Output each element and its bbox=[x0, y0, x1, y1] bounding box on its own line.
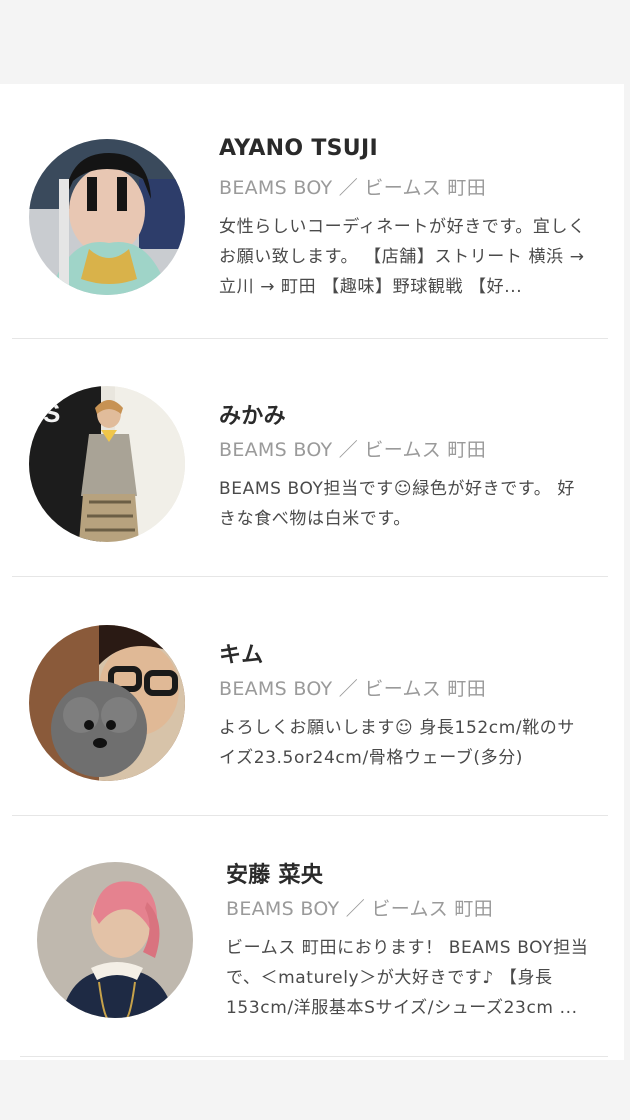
staff-card[interactable]: AYANO TSUJI BEAMS BOY ／ ビームス 町田 女性らしいコーデ… bbox=[0, 114, 624, 352]
divider bbox=[12, 576, 608, 577]
staff-shop: BEAMS BOY ／ ビームス 町田 bbox=[226, 898, 494, 920]
staff-card[interactable]: 安藤 菜央 BEAMS BOY ／ ビームス 町田 ビームス 町田におります！ … bbox=[0, 831, 624, 1069]
staff-list: AYANO TSUJI BEAMS BOY ／ ビームス 町田 女性らしいコーデ… bbox=[0, 84, 624, 1060]
footer-spacer bbox=[0, 1060, 630, 1120]
header-spacer bbox=[0, 0, 630, 84]
divider bbox=[20, 1056, 608, 1057]
staff-shop: BEAMS BOY ／ ビームス 町田 bbox=[219, 177, 487, 199]
staff-card[interactable]: S みかみ BEAMS BOY ／ ビームス 町田 BEAMS BOY担当です☺… bbox=[0, 354, 624, 592]
staff-bio: 女性らしいコーディネートが好きです。宜しくお願い致します。 【店舗】ストリート … bbox=[219, 217, 586, 297]
staff-bio: よろしくお願いします☺ 身長152cm/靴のサイズ23.5or24cm/骨格ウェ… bbox=[219, 718, 576, 768]
staff-avatar bbox=[29, 139, 185, 295]
staff-avatar: S bbox=[29, 386, 185, 542]
staff-bio: BEAMS BOY担当です☺緑色が好きです。 好きな食べ物は白米です。 bbox=[219, 479, 575, 529]
staff-name: 安藤 菜央 bbox=[226, 863, 324, 888]
staff-bio: ビームス 町田におります！ BEAMS BOY担当で、＜maturely＞が大好… bbox=[226, 938, 589, 1018]
staff-name: キム bbox=[219, 643, 264, 668]
divider bbox=[12, 338, 608, 339]
staff-avatar bbox=[29, 625, 185, 781]
staff-name: AYANO TSUJI bbox=[219, 136, 378, 161]
svg-text:S: S bbox=[43, 398, 60, 428]
staff-card[interactable]: キム BEAMS BOY ／ ビームス 町田 よろしくお願いします☺ 身長152… bbox=[0, 592, 624, 830]
staff-shop: BEAMS BOY ／ ビームス 町田 bbox=[219, 678, 487, 700]
divider bbox=[12, 815, 608, 816]
staff-avatar bbox=[37, 862, 193, 1018]
staff-name: みかみ bbox=[219, 404, 286, 429]
staff-shop: BEAMS BOY ／ ビームス 町田 bbox=[219, 439, 487, 461]
